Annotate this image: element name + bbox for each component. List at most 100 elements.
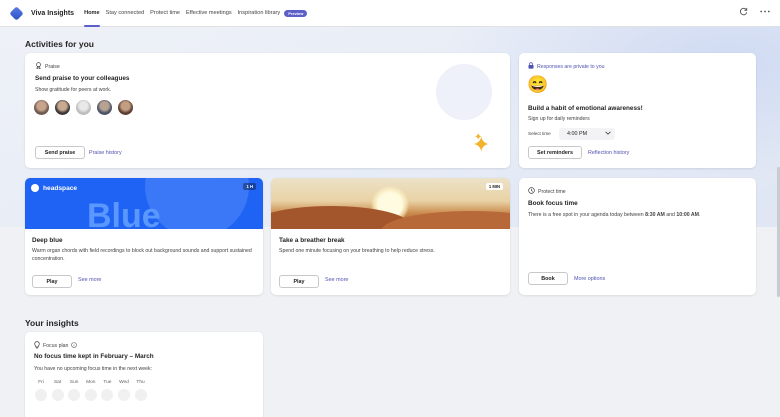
- send-praise-button[interactable]: Send praise: [35, 146, 85, 159]
- tab-effective-meetings[interactable]: Effective meetings: [186, 0, 232, 27]
- day-circle[interactable]: [134, 389, 147, 401]
- breather-text: Spend one minute focusing on your breath…: [279, 248, 435, 254]
- breather-card: 1 MIN Take a breather break Spend one mi…: [271, 178, 510, 295]
- refresh-icon[interactable]: [739, 7, 748, 16]
- tab-stay-connected[interactable]: Stay connected: [106, 0, 145, 27]
- focus-week-days: Fri Sat Sun Mon Tue Wed Thu: [35, 380, 151, 401]
- focus-plan-label-text: Focus plan: [43, 343, 69, 349]
- breather-thumbnail[interactable]: 1 MIN: [271, 178, 510, 229]
- protect-time-label: Protect time: [528, 187, 566, 196]
- privacy-label: Responses are private to you: [528, 62, 604, 71]
- day-label: Sat: [53, 380, 62, 385]
- preview-badge: Preview: [284, 9, 308, 17]
- day-label: Mon: [86, 380, 96, 385]
- praise-label: Praise: [35, 62, 60, 71]
- headspace-logo-icon: [31, 184, 39, 192]
- day-label: Fri: [38, 380, 44, 385]
- day-thu: Thu: [134, 380, 147, 401]
- praise-history-link[interactable]: Praise history: [89, 150, 122, 156]
- reflection-emoji[interactable]: 😄: [527, 75, 548, 95]
- sparkle-icon: ✦: [474, 132, 483, 143]
- headspace-thumbnail[interactable]: headspace Blue 1 H: [25, 178, 263, 229]
- book-button[interactable]: Book: [528, 272, 568, 285]
- headspace-text: Warm organ chords with field recordings …: [32, 248, 252, 262]
- scrollbar-thumb[interactable]: [776, 167, 780, 297]
- reflection-history-link[interactable]: Reflection history: [588, 150, 629, 156]
- more-options-link[interactable]: More options: [574, 276, 605, 282]
- tab-home[interactable]: Home: [84, 0, 100, 27]
- headspace-brand-text: headspace: [43, 184, 78, 192]
- app-title: Viva Insights: [31, 9, 75, 17]
- sparkle-background: [436, 64, 492, 120]
- lightbulb-icon: [34, 341, 40, 351]
- day-sun: Sun: [68, 380, 81, 401]
- praise-label-text: Praise: [45, 63, 60, 70]
- select-time-label: Select time: [528, 131, 551, 136]
- headspace-banner-text: Blue: [87, 197, 161, 229]
- privacy-label-text: Responses are private to you: [537, 63, 605, 70]
- protect-time-text-suffix: .: [698, 212, 701, 218]
- breather-title: Take a breather break: [279, 237, 345, 244]
- insights-heading: Your insights: [25, 318, 79, 328]
- play-button[interactable]: Play: [32, 275, 72, 288]
- page-scrollbar[interactable]: [776, 27, 780, 417]
- day-label: Sun: [69, 380, 79, 385]
- headspace-logo: headspace: [31, 184, 77, 192]
- clock-icon: [528, 187, 535, 196]
- avatar[interactable]: [34, 100, 49, 115]
- day-circle[interactable]: [35, 389, 47, 401]
- avatar[interactable]: [55, 100, 70, 115]
- day-wed: Wed: [117, 380, 130, 401]
- day-circle[interactable]: [84, 389, 97, 401]
- see-more-link[interactable]: See more: [325, 277, 348, 283]
- headspace-card: headspace Blue 1 H Deep blue Warm organ …: [25, 178, 263, 295]
- more-icon[interactable]: [760, 10, 770, 13]
- duration-badge: 1 H: [243, 183, 256, 190]
- set-reminders-button[interactable]: Set reminders: [528, 146, 582, 159]
- reflection-text: Sign up for daily reminders: [528, 116, 590, 122]
- focus-plan-card: Focus plan No focus time kept in Februar…: [25, 332, 263, 417]
- viva-insights-logo: [9, 5, 24, 21]
- top-bar: Viva Insights Home Stay connected Protec…: [0, 0, 780, 27]
- avatar[interactable]: [97, 100, 112, 115]
- lock-icon: [528, 62, 534, 71]
- focus-plan-label: Focus plan: [34, 341, 78, 351]
- reminder-time-select[interactable]: 4:00 PM: [559, 128, 615, 140]
- play-button[interactable]: Play: [279, 275, 319, 288]
- info-icon[interactable]: [71, 342, 78, 350]
- tab-protect-time[interactable]: Protect time: [150, 0, 180, 27]
- day-circle[interactable]: [101, 389, 114, 401]
- reflection-card: Responses are private to you 😄 Build a h…: [519, 53, 756, 168]
- focus-plan-text: You have no upcoming focus time in the n…: [34, 366, 153, 372]
- day-label: Tue: [103, 380, 112, 385]
- topbar-actions: [739, 7, 770, 16]
- free-slot-end: 10:00 AM: [676, 212, 699, 218]
- praise-card: Praise Send praise to your colleagues Sh…: [25, 53, 510, 168]
- avatar[interactable]: [76, 100, 91, 115]
- day-tue: Tue: [101, 380, 114, 401]
- free-slot-start: 8:30 AM: [645, 212, 665, 218]
- tab-inspiration-library[interactable]: Inspiration library: [238, 0, 281, 27]
- protect-time-text-mid: and: [664, 212, 677, 218]
- day-sat: Sat: [51, 380, 64, 401]
- day-circle[interactable]: [117, 389, 130, 401]
- reflection-title: Build a habit of emotional awareness!: [528, 105, 643, 112]
- day-label: Thu: [136, 380, 145, 385]
- colleague-avatars: [34, 100, 133, 115]
- chevron-down-icon: [605, 131, 611, 137]
- protect-time-title: Book focus time: [528, 200, 578, 207]
- praise-text: Show gratitude for peers at work.: [35, 87, 112, 93]
- protect-time-text-prefix: There is a free spot in your agenda toda…: [528, 212, 646, 218]
- award-icon: [35, 62, 42, 71]
- focus-plan-title: No focus time kept in February – March: [34, 353, 154, 360]
- duration-badge: 1 MIN: [485, 183, 503, 190]
- see-more-link[interactable]: See more: [78, 277, 101, 283]
- protect-time-card: Protect time Book focus time There is a …: [519, 178, 756, 295]
- praise-title: Send praise to your colleagues: [35, 75, 130, 82]
- protect-time-text: There is a free spot in your agenda toda…: [528, 211, 750, 219]
- day-circle[interactable]: [68, 389, 81, 401]
- headspace-title: Deep blue: [32, 237, 63, 244]
- avatar[interactable]: [118, 100, 133, 115]
- day-circle[interactable]: [51, 389, 64, 401]
- protect-time-label-text: Protect time: [538, 188, 566, 195]
